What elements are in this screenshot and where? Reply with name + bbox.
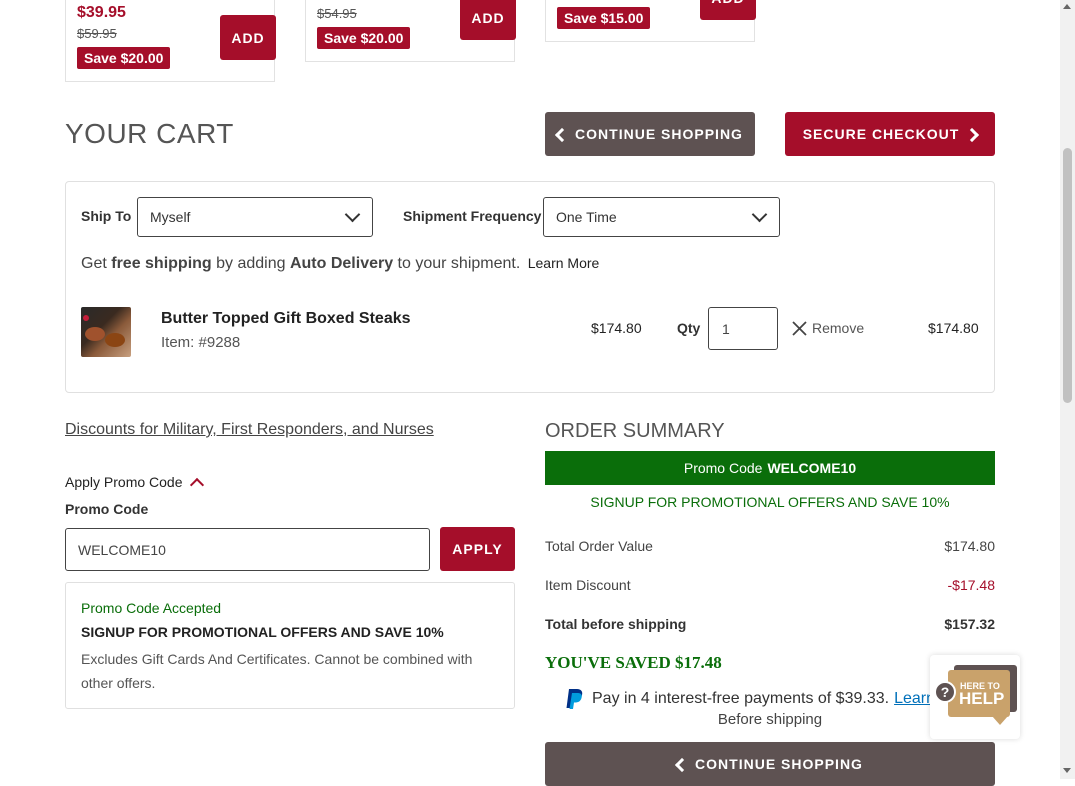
secure-checkout-button[interactable]: SECURE CHECKOUT bbox=[785, 112, 995, 156]
product-price: $39.95 bbox=[77, 4, 126, 21]
summary-row-total-order-value: Total Order Value $174.80 bbox=[545, 538, 995, 554]
chevron-right-icon bbox=[965, 127, 980, 142]
promo-terms-text: Excludes Gift Cards And Certificates. Ca… bbox=[81, 651, 473, 691]
add-button[interactable]: ADD bbox=[700, 0, 756, 20]
chevron-left-icon bbox=[554, 127, 570, 142]
promo-offer-text: SIGNUP FOR PROMOTIONAL OFFERS AND SAVE 1… bbox=[81, 624, 444, 640]
add-button[interactable]: ADD bbox=[220, 15, 276, 60]
chevron-up-icon bbox=[189, 477, 204, 492]
paypal-learn-link[interactable]: Learn bbox=[894, 690, 935, 708]
learn-more-link[interactable]: Learn More bbox=[528, 255, 600, 271]
product-card-3: Save $15.00 ADD bbox=[545, 0, 756, 42]
save-badge: Save $15.00 bbox=[557, 7, 651, 29]
cart-item-name[interactable]: Butter Topped Gift Boxed Steaks bbox=[161, 310, 411, 328]
product-card-2: $54.95 Save $20.00 ADD bbox=[305, 0, 516, 62]
apply-promo-toggle[interactable]: Apply Promo Code bbox=[65, 474, 204, 492]
summary-row-item-discount: Item Discount -$17.48 bbox=[545, 577, 995, 593]
qty-input[interactable]: 1 bbox=[708, 307, 778, 350]
close-icon bbox=[792, 320, 807, 336]
promo-code-label: Promo Code bbox=[65, 501, 149, 517]
chevron-down-icon bbox=[751, 206, 768, 223]
help-bubble-tail bbox=[992, 716, 1008, 725]
summary-continue-shopping-button[interactable]: CONTINUE SHOPPING bbox=[545, 742, 995, 786]
cart-item-unit-price: $174.80 bbox=[591, 320, 642, 336]
help-bubble: HERE TO HELP bbox=[948, 670, 1010, 717]
chevron-down-icon bbox=[344, 206, 361, 223]
ship-to-select[interactable]: Myself bbox=[137, 197, 373, 237]
auto-delivery-promo: Get free shipping by adding Auto Deliver… bbox=[81, 255, 600, 272]
paypal-subtext: Before shipping bbox=[717, 711, 823, 728]
product-thumbnail bbox=[81, 307, 131, 357]
help-widget[interactable]: HERE TO HELP ? bbox=[930, 655, 1020, 739]
ship-to-label: Ship To bbox=[81, 208, 132, 224]
paypal-message: Pay in 4 interest-free payments of $39.3… bbox=[565, 688, 935, 710]
discounts-link[interactable]: Discounts for Military, First Responders… bbox=[65, 421, 434, 439]
save-badge: Save $20.00 bbox=[317, 27, 411, 49]
promo-code-banner: Promo Code WELCOME10 bbox=[545, 451, 995, 485]
product-card-1: $39.95 $59.95 Save $20.00 ADD bbox=[65, 0, 276, 82]
save-badge: Save $20.00 bbox=[77, 47, 171, 69]
shipment-frequency-select[interactable]: One Time bbox=[543, 197, 780, 237]
promo-code-input[interactable]: WELCOME10 bbox=[65, 528, 430, 571]
cart-item-total: $174.80 bbox=[928, 320, 979, 336]
scroll-down-arrow[interactable] bbox=[1063, 768, 1071, 773]
product-old-price: $59.95 bbox=[77, 26, 117, 41]
continue-shopping-button[interactable]: CONTINUE SHOPPING bbox=[545, 112, 755, 156]
cart-title: YOUR CART bbox=[65, 118, 234, 149]
order-summary-title: ORDER SUMMARY bbox=[545, 420, 725, 442]
signup-offer-text: SIGNUP FOR PROMOTIONAL OFFERS AND SAVE 1… bbox=[590, 494, 950, 510]
promo-accepted-text: Promo Code Accepted bbox=[81, 600, 222, 616]
product-old-price: $54.95 bbox=[317, 6, 357, 21]
apply-promo-button[interactable]: APPLY bbox=[440, 527, 515, 571]
remove-button[interactable]: Remove bbox=[792, 320, 864, 336]
scrollbar-thumb[interactable] bbox=[1063, 148, 1072, 403]
chevron-left-icon bbox=[674, 757, 690, 772]
add-button[interactable]: ADD bbox=[460, 0, 516, 40]
help-question-icon: ? bbox=[934, 681, 956, 703]
shipment-frequency-label: Shipment Frequency bbox=[403, 208, 542, 224]
scroll-up-arrow[interactable] bbox=[1063, 4, 1071, 9]
summary-row-total-before-shipping: Total before shipping $157.32 bbox=[545, 616, 995, 632]
paypal-icon bbox=[566, 689, 583, 709]
qty-label: Qty bbox=[677, 320, 701, 336]
cart-item-number: Item: #9288 bbox=[161, 334, 241, 351]
saved-amount: YOU'VE SAVED $17.48 bbox=[545, 653, 722, 672]
